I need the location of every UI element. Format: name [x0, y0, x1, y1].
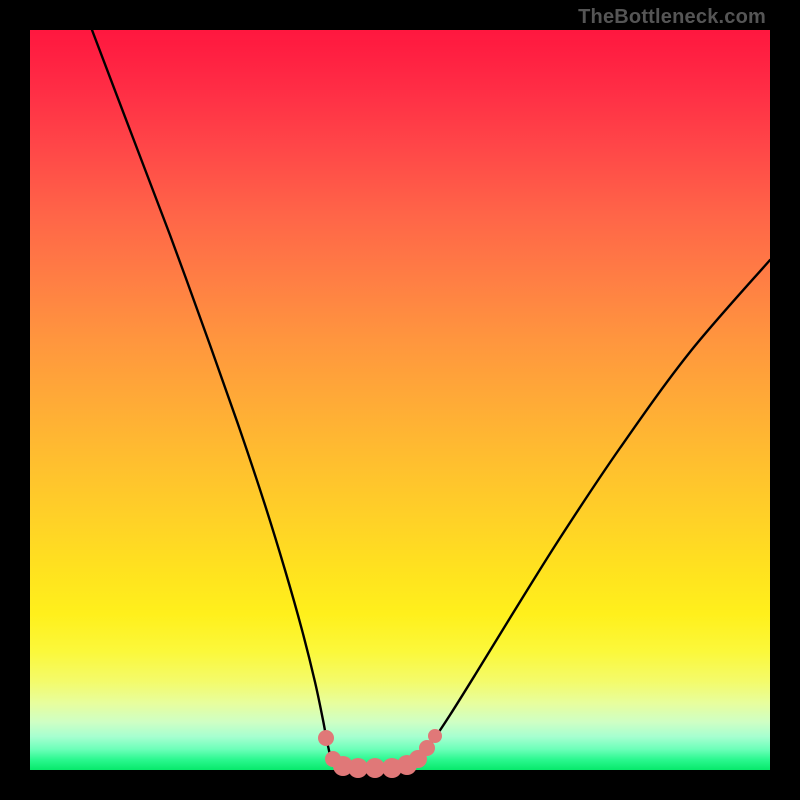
curve-layer	[30, 30, 770, 770]
trough-markers	[318, 729, 442, 778]
chart-frame: TheBottleneck.com	[0, 0, 800, 800]
trough-marker	[428, 729, 442, 743]
trough-marker	[318, 730, 334, 746]
watermark-text: TheBottleneck.com	[578, 6, 766, 29]
bottleneck-curve	[92, 30, 770, 769]
plot-area	[30, 30, 770, 770]
